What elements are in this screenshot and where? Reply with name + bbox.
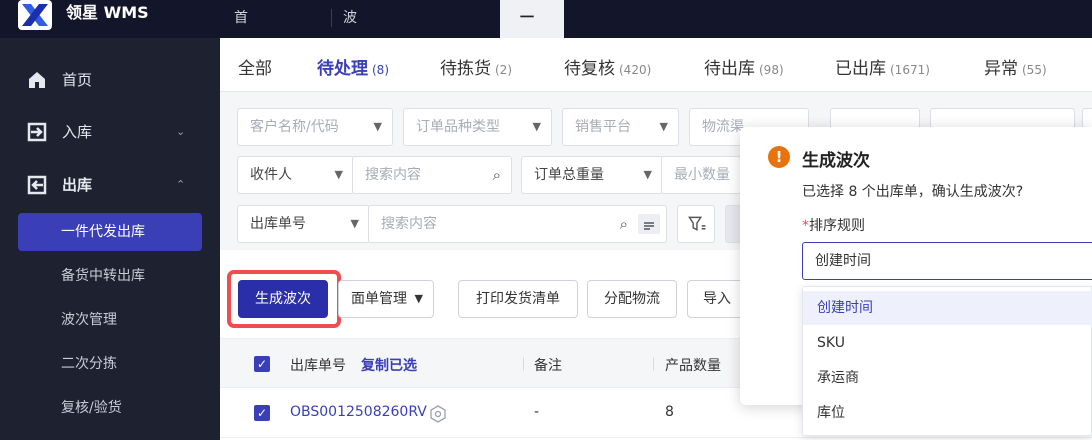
sidebar-item-home[interactable]: 首页 [0, 65, 220, 95]
print-list-button[interactable]: 打印发货清单 [458, 280, 578, 318]
home-icon [29, 72, 45, 88]
sidebar-item-label: 入库 [62, 123, 93, 141]
sort-rule-label: *排序规则 [802, 218, 865, 234]
weight-select[interactable]: 订单总重量 ▼ [521, 156, 663, 194]
option-sku[interactable]: SKU [803, 326, 1092, 360]
status-tab-all[interactable]: 全部 [238, 54, 272, 79]
inbound-icon [27, 122, 47, 142]
sidebar-item-label: 首页 [62, 71, 93, 89]
search-icon: ⌕ [492, 166, 501, 184]
order-no-link[interactable]: OBS0012508260RV [290, 404, 427, 420]
status-tab-shipped[interactable]: 已出库 (1671) [835, 54, 930, 79]
status-tab-pending[interactable]: 待处理 (8) [317, 54, 389, 95]
option-carrier[interactable]: 承运商 [803, 361, 1092, 395]
order-no-search-input[interactable]: 搜索内容 ⌕ [368, 205, 667, 243]
tab-home[interactable]: 首页 [234, 0, 248, 62]
receiver-select[interactable]: 收件人 ▼ [237, 156, 354, 194]
assign-logistics-button[interactable]: 分配物流 [587, 280, 677, 318]
dialog-description: 已选择 8 个出库单，确认生成波次? [802, 184, 1024, 200]
search-button-partial[interactable] [725, 205, 741, 243]
badge-icon [430, 405, 446, 423]
warning-icon: ! [768, 146, 790, 168]
status-tab-to-review[interactable]: 待复核 (420) [564, 54, 651, 79]
dialog-title: 生成波次 [802, 151, 870, 171]
option-create-time[interactable]: 创建时间 [803, 291, 1092, 325]
sidebar-item-wave-management[interactable]: 波次管理 [18, 301, 202, 339]
status-tab-exception[interactable]: 异常 (55) [984, 54, 1047, 79]
sidebar-item-label: 出库 [62, 176, 93, 194]
highlight-box [227, 270, 341, 328]
header-qty: 产品数量 [665, 358, 721, 374]
sidebar: 首页 入库 ⌄ 出库 ⌃ 一件代发出库 备货中转出库 波次管理 二次分拣 复核/… [0, 38, 220, 440]
chevron-down-icon: ▼ [659, 120, 668, 133]
chevron-down-icon: ▼ [373, 120, 382, 133]
tab-dropship-outbound[interactable]: 一件代发出库 [500, 0, 564, 206]
order-type-select[interactable]: 订单品种类型 ▼ [403, 108, 552, 146]
sidebar-item-stock-transfer-outbound[interactable]: 备货中转出库 [18, 257, 202, 295]
order-no-select[interactable]: 出库单号 ▼ [237, 205, 370, 243]
min-qty-input[interactable]: 最小数量 [661, 156, 741, 194]
row-checkbox[interactable]: ✓ [254, 405, 270, 421]
sort-rule-select[interactable]: 创建时间 [802, 242, 1092, 280]
receiver-search-input[interactable]: 搜索内容 ⌕ [352, 156, 512, 194]
option-location[interactable]: 库位 [803, 396, 1092, 430]
search-icon: ⌕ [619, 215, 628, 233]
chevron-down-icon: ▼ [350, 217, 359, 230]
chevron-down-icon: ⌄ [176, 125, 186, 138]
import-button[interactable]: 导入 [687, 280, 747, 318]
sidebar-item-review-inspection[interactable]: 复核/验货 [18, 389, 202, 427]
qty-cell: 8 [665, 404, 674, 420]
outbound-icon [27, 175, 47, 195]
top-bar: 领星 WMS 首页 波次管理 一件代发出库 [0, 0, 1092, 206]
status-tab-to-pick[interactable]: 待拣货 (2) [440, 54, 512, 79]
status-tabs: 全部 待处理 (8) 待拣货 (2) 待复核 (420) 待出库 (98) 已出库 (16… [220, 38, 1092, 95]
sidebar-item-inbound[interactable]: 入库 ⌄ [0, 117, 220, 147]
header-order-no: 出库单号 [290, 358, 346, 374]
filter-icon [688, 216, 706, 231]
sort-rule-dropdown: 创建时间 SKU 承运商 库位 [802, 286, 1092, 436]
header-remark: 备注 [534, 358, 562, 374]
platform-select[interactable]: 销售平台 ▼ [562, 108, 679, 146]
customer-select[interactable]: 客户名称/代码 ▼ [237, 108, 393, 146]
sidebar-item-dropship-outbound[interactable]: 一件代发出库 [18, 213, 202, 251]
remark-cell: - [534, 404, 540, 420]
chevron-down-icon: ▼ [532, 120, 541, 133]
sidebar-item-outbound[interactable]: 出库 ⌃ [0, 170, 220, 200]
copy-selected-link[interactable]: 复制已选 [361, 355, 417, 375]
advanced-filter-button[interactable] [677, 205, 715, 243]
sidebar-item-secondary-sorting[interactable]: 二次分拣 [18, 345, 202, 383]
chevron-down-icon: ▼ [334, 168, 343, 181]
chevron-down-icon: ▼ [643, 168, 652, 181]
chevron-down-icon: ▼ [414, 292, 423, 305]
select-all-checkbox[interactable]: ✓ [254, 356, 270, 372]
status-tab-to-ship[interactable]: 待出库 (98) [704, 54, 784, 79]
batch-input-icon[interactable] [638, 214, 660, 234]
logo-icon [18, 0, 52, 30]
waybill-management-button[interactable]: 面单管理 ▼ [338, 280, 434, 318]
chevron-up-icon: ⌃ [176, 178, 186, 191]
brand-name: 领星 WMS [66, 3, 149, 22]
tab-wave-management[interactable]: 波次管理 [331, 0, 357, 134]
